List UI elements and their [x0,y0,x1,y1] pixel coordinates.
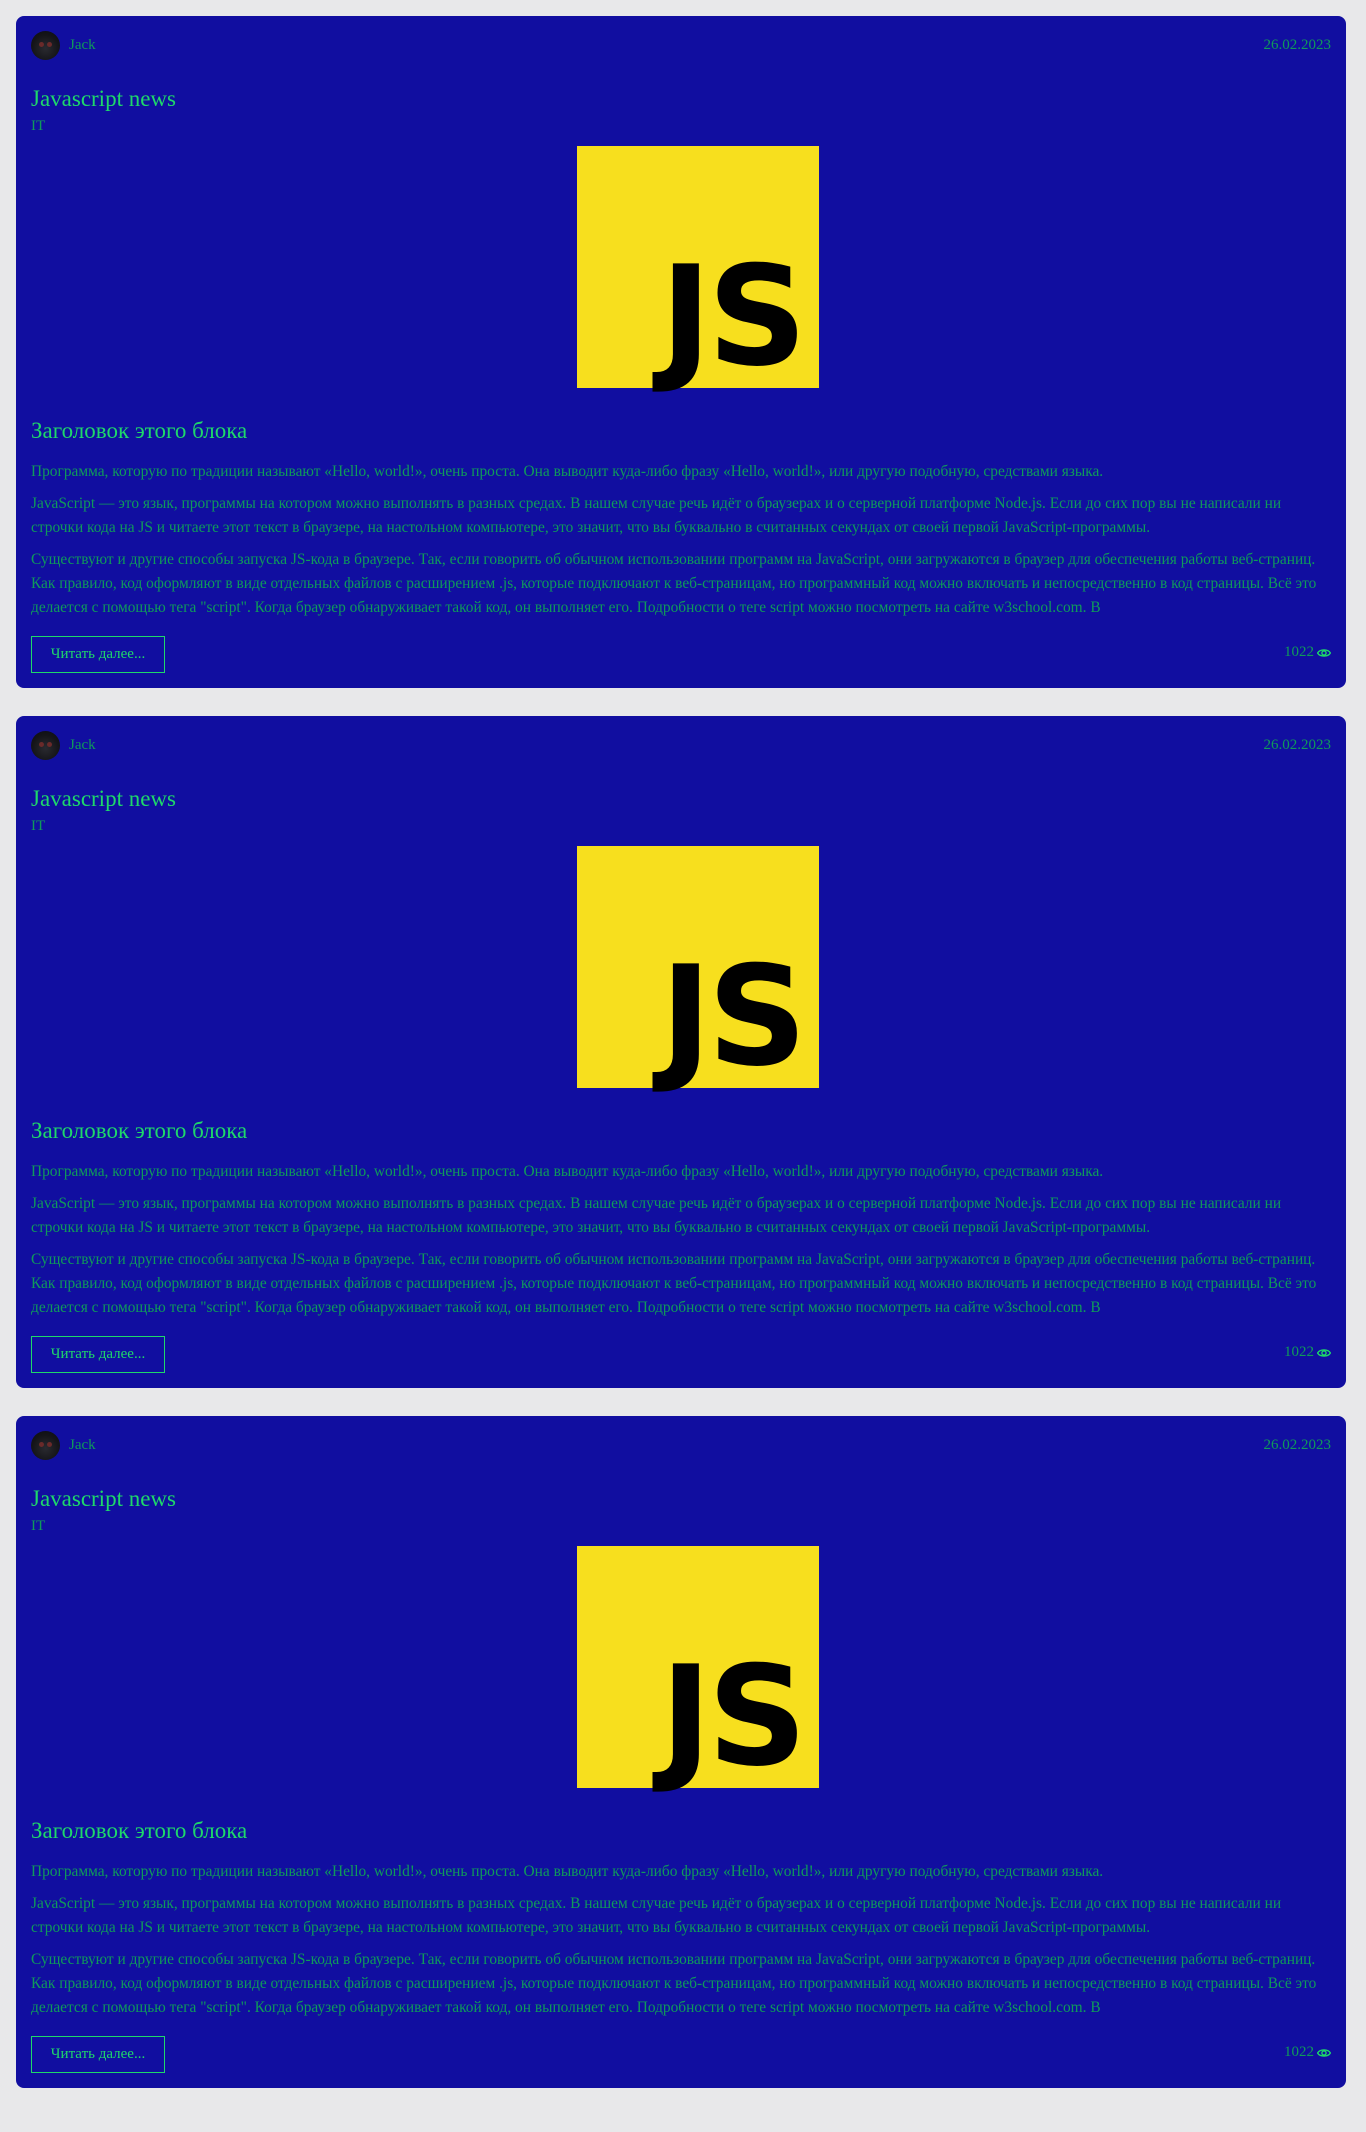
author-info[interactable]: Jack [31,1430,96,1460]
post-subtitle: Заголовок этого блока [31,1818,248,1843]
views-count: 1022 [1284,644,1314,660]
post-paragraph: Программа, которую по традиции называют … [31,1163,1104,1180]
js-logo-text: JS [660,1636,807,1797]
avatar[interactable] [31,730,60,760]
post-paragraph: Существуют и другие способы запуска JS-к… [31,551,1317,616]
post-card: Jack 26.02.2023 Javascript news IT JS За… [16,716,1346,1388]
post-header: Jack 26.02.2023 [31,1430,1331,1460]
author-name[interactable]: Jack [69,37,96,54]
post-subtitle: Заголовок этого блока [31,418,248,443]
avatar[interactable] [31,30,60,60]
post-paragraph: JavaScript — это язык, программы на кото… [31,495,1282,536]
avatar[interactable] [31,1430,60,1460]
js-logo-text: JS [660,236,807,397]
author-info[interactable]: Jack [31,30,96,60]
post-title[interactable]: Javascript news [31,1486,176,1512]
post-paragraph: JavaScript — это язык, программы на кото… [31,1195,1282,1236]
read-more-button[interactable]: Читать далее... [31,1336,165,1373]
views-counter: 1022 [1284,644,1331,661]
post-paragraph: Существуют и другие способы запуска JS-к… [31,1251,1317,1316]
post-title[interactable]: Javascript news [31,786,176,812]
post-subtitle: Заголовок этого блока [31,1118,248,1143]
post-title[interactable]: Javascript news [31,86,176,112]
read-more-button[interactable]: Читать далее... [31,636,165,673]
js-logo-text: JS [660,936,807,1097]
post-date: 26.02.2023 [1263,736,1332,753]
post-header: Jack 26.02.2023 [31,30,1331,60]
views-counter: 1022 [1284,1344,1331,1361]
post-paragraph: Программа, которую по традиции называют … [31,463,1104,480]
post-date: 26.02.2023 [1263,36,1332,53]
views-count: 1022 [1284,2044,1314,2060]
post-date: 26.02.2023 [1263,1436,1332,1453]
post-paragraph: Программа, которую по традиции называют … [31,1863,1104,1880]
js-logo-image: JS [577,846,819,1088]
views-counter: 1022 [1284,2044,1331,2061]
eye-icon [1317,2048,1331,2057]
news-feed: Jack 26.02.2023 Javascript news IT JS За… [0,0,1366,2088]
eye-icon [1317,1348,1331,1357]
post-paragraph: JavaScript — это язык, программы на кото… [31,1895,1282,1936]
post-card: Jack 26.02.2023 Javascript news IT JS За… [16,1416,1346,2088]
views-count: 1022 [1284,1344,1314,1360]
post-paragraph: Существуют и другие способы запуска JS-к… [31,1951,1317,2016]
author-info[interactable]: Jack [31,730,96,760]
post-header: Jack 26.02.2023 [31,730,1331,760]
post-category[interactable]: IT [31,118,45,135]
post-category[interactable]: IT [31,1518,45,1535]
js-logo-image: JS [577,146,819,388]
author-name[interactable]: Jack [69,1437,96,1454]
read-more-button[interactable]: Читать далее... [31,2036,165,2073]
post-category[interactable]: IT [31,818,45,835]
js-logo-image: JS [577,1546,819,1788]
author-name[interactable]: Jack [69,737,96,754]
post-card: Jack 26.02.2023 Javascript news IT JS За… [16,16,1346,688]
eye-icon [1317,648,1331,657]
